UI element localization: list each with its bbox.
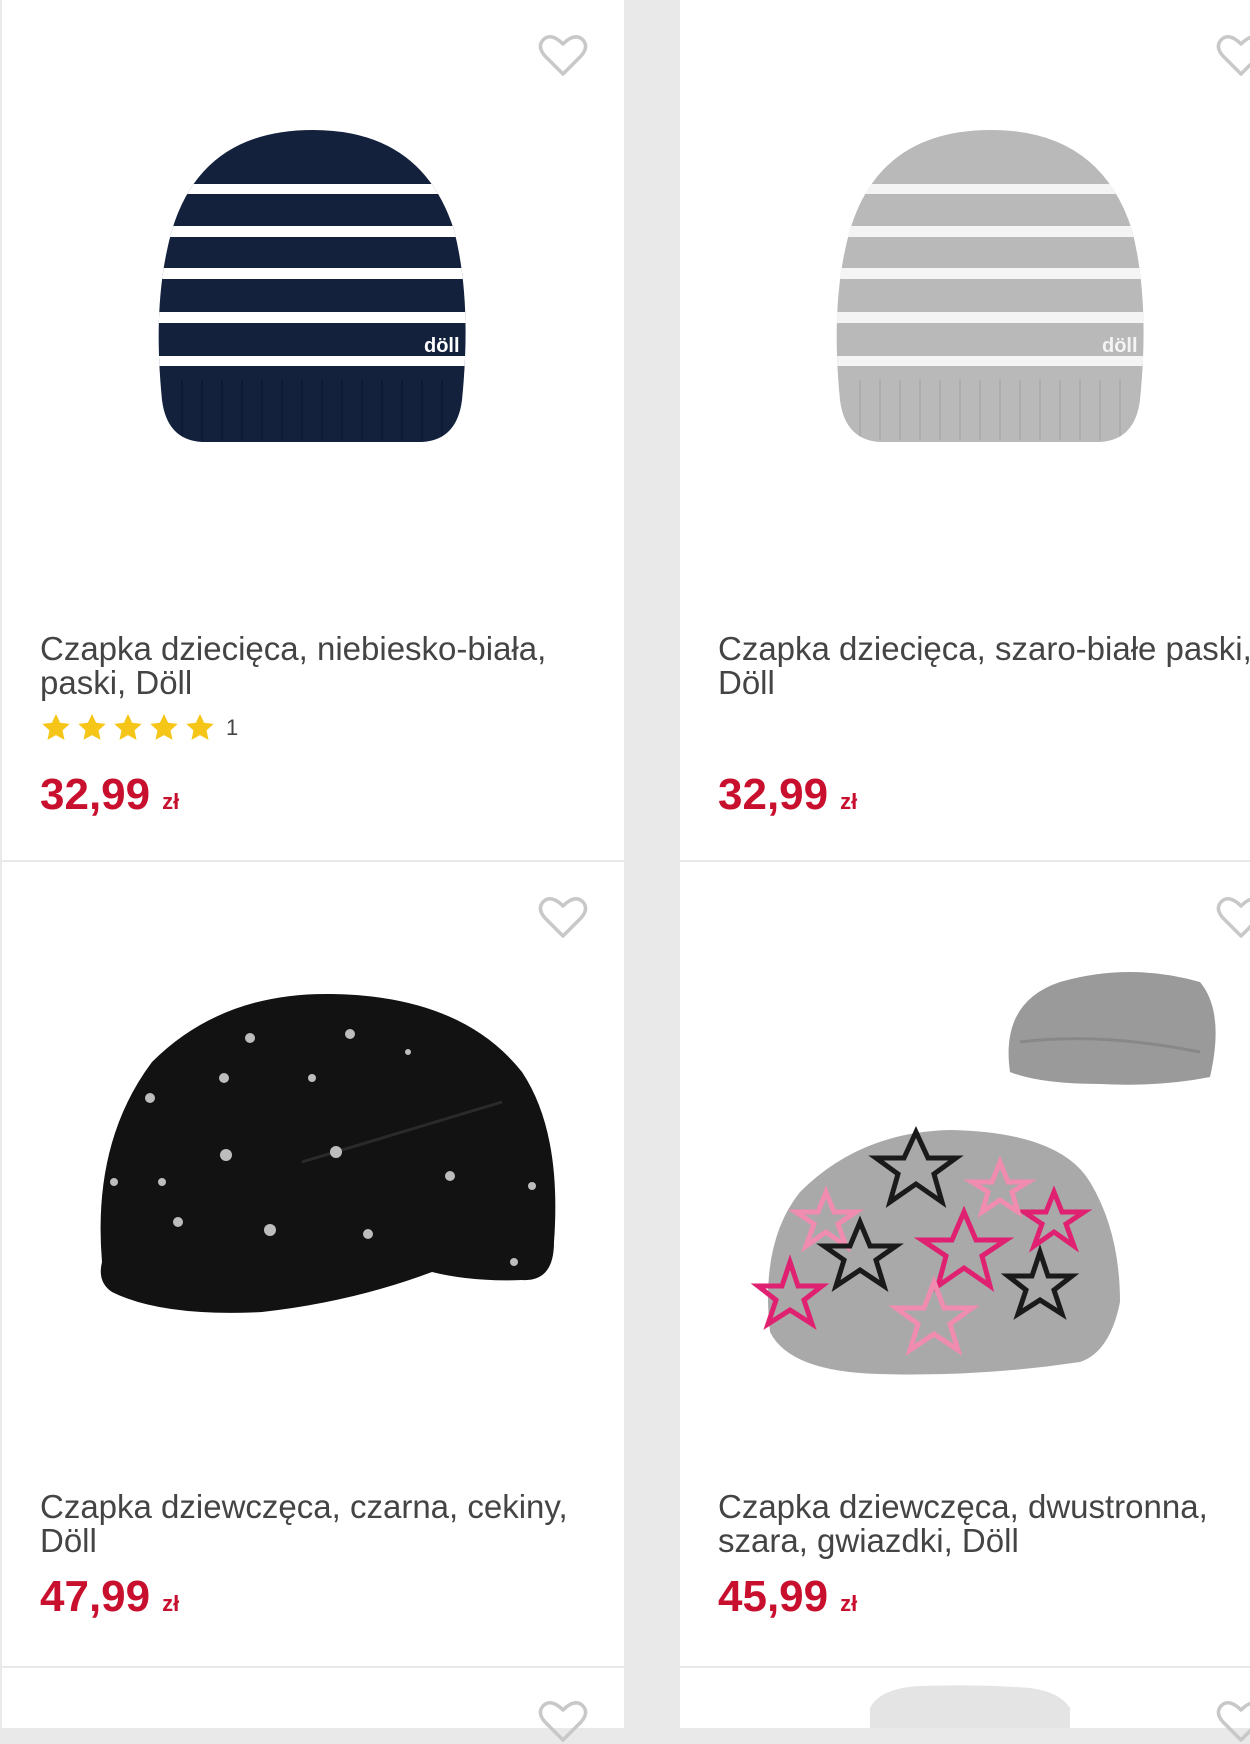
heart-outline-icon[interactable] <box>537 1698 589 1744</box>
heart-outline-icon[interactable] <box>1215 894 1250 940</box>
product-title[interactable]: Czapka dziecięca, niebiesko-biała, paski… <box>40 632 604 700</box>
price-amount: 32,99 <box>718 770 829 819</box>
product-title[interactable]: Czapka dziewczęca, czarna, cekiny, Döll <box>40 1490 604 1558</box>
product-image[interactable]: döll <box>2 0 624 560</box>
product-card[interactable]: Czapka dziewczęca, dwustronna, szara, gw… <box>680 862 1250 1666</box>
product-card[interactable]: Czapka dziewczęca, czarna, cekiny, Döll … <box>2 862 624 1666</box>
rating-count: 1 <box>226 715 239 740</box>
product-rating: 1 <box>40 712 238 744</box>
heart-outline-icon[interactable] <box>537 32 589 78</box>
brand-logo: döll <box>1102 335 1138 357</box>
price-currency: zł <box>840 1591 858 1616</box>
product-price: 32,99 zł <box>718 770 857 820</box>
star-icon <box>42 714 70 740</box>
product-title[interactable]: Czapka dziewczęca, dwustronna, szara, gw… <box>718 1490 1250 1558</box>
product-card[interactable]: döll Czapka dziecięca, niebiesko-biała, … <box>2 0 624 860</box>
star-icon <box>114 714 142 740</box>
star-icon <box>78 714 106 740</box>
product-price: 47,99 zł <box>40 1572 179 1622</box>
price-amount: 47,99 <box>40 1572 151 1621</box>
product-card[interactable] <box>680 1668 1250 1742</box>
price-amount: 32,99 <box>40 770 151 819</box>
heart-outline-icon[interactable] <box>537 894 589 940</box>
product-price: 32,99 zł <box>40 770 179 820</box>
star-icon <box>150 714 178 740</box>
product-grid: döll Czapka dziecięca, niebiesko-biała, … <box>0 0 1250 1742</box>
product-image[interactable] <box>2 862 624 1442</box>
star-icon <box>186 714 214 740</box>
heart-outline-icon[interactable] <box>1215 32 1250 78</box>
product-card[interactable] <box>2 1668 624 1742</box>
product-image[interactable] <box>680 1668 1250 1728</box>
product-image[interactable]: döll <box>680 0 1250 560</box>
price-currency: zł <box>840 789 858 814</box>
product-price: 45,99 zł <box>718 1572 857 1622</box>
heart-outline-icon[interactable] <box>1215 1698 1250 1744</box>
price-amount: 45,99 <box>718 1572 829 1621</box>
product-card[interactable]: döll Czapka dziecięca, szaro-białe paski… <box>680 0 1250 860</box>
brand-logo: döll <box>424 335 460 357</box>
product-title[interactable]: Czapka dziecięca, szaro-białe paski, Döl… <box>718 632 1250 700</box>
price-currency: zł <box>162 789 180 814</box>
price-currency: zł <box>162 1591 180 1616</box>
product-image[interactable] <box>680 862 1250 1442</box>
